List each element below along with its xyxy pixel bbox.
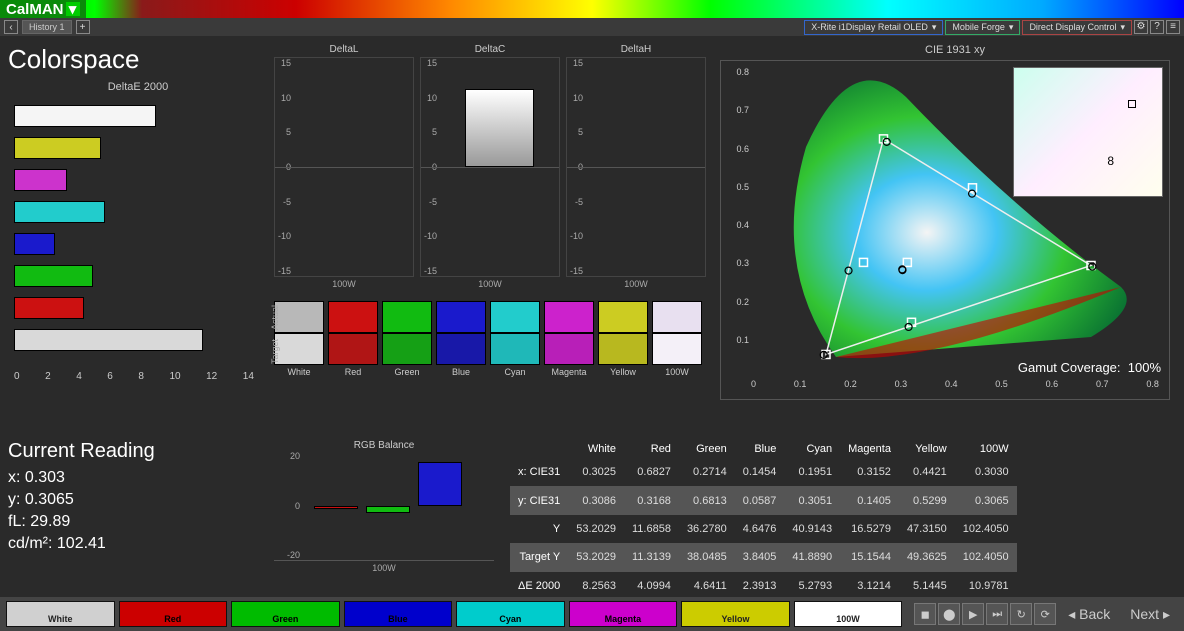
bottom-center: RGB Balance 200-20 100W WhiteRedGreenBlu… bbox=[274, 440, 1184, 600]
deltaE-chart: 02468101214 bbox=[8, 97, 258, 387]
swatch-White: White bbox=[274, 301, 324, 377]
footer-swatch-Yellow[interactable]: Yellow bbox=[681, 601, 790, 627]
deltaE-title: DeltaE 2000 bbox=[8, 81, 268, 93]
sub-toolbar: ‹ History 1 + X-Rite i1Display Retail OL… bbox=[0, 18, 1184, 36]
swatch-Yellow: Yellow bbox=[598, 301, 648, 377]
footer-swatch-White[interactable]: White bbox=[6, 601, 115, 627]
table-header: Yellow bbox=[899, 440, 955, 458]
rgb-balance-chart: RGB Balance 200-20 100W bbox=[274, 440, 494, 600]
data-table: WhiteRedGreenBlueCyanMagentaYellow100W x… bbox=[510, 440, 1017, 600]
swatch-Blue: Blue bbox=[436, 301, 486, 377]
swatch-100W: 100W bbox=[652, 301, 702, 377]
record-icon[interactable]: ⬤ bbox=[938, 603, 960, 625]
reading-row: x: 0.303 bbox=[8, 469, 268, 487]
cie-chart: 0.80.70.60.50.40.30.20.1 bbox=[720, 60, 1170, 400]
cie-panel: CIE 1931 xy 0.80.70.60.50.40.30.20.1 bbox=[720, 44, 1184, 434]
reading-title: Current Reading bbox=[8, 440, 268, 463]
repeat-icon[interactable]: ⟳ bbox=[1034, 603, 1056, 625]
deltaC-bar bbox=[465, 89, 534, 167]
reading-row: cd/m²: 102.41 bbox=[8, 535, 268, 553]
footer-swatch-Red[interactable]: Red bbox=[119, 601, 228, 627]
deltaE-bar bbox=[14, 201, 105, 223]
gamut-coverage: Gamut Coverage: 100% bbox=[1018, 360, 1161, 375]
next-button[interactable]: Next ▸ bbox=[1122, 606, 1178, 623]
menu-icon[interactable]: ≡ bbox=[1166, 20, 1180, 34]
deltaE-bar bbox=[14, 105, 156, 127]
cie-title: CIE 1931 xy bbox=[720, 44, 1184, 56]
play-icon[interactable]: ▶ bbox=[962, 603, 984, 625]
device-pill[interactable]: X-Rite i1Display Retail OLED ▾ bbox=[804, 20, 943, 35]
rgb-bar-G bbox=[366, 506, 410, 513]
ff-icon[interactable]: ⏭ bbox=[986, 603, 1008, 625]
table-header: 100W bbox=[955, 440, 1017, 458]
center-panel: DeltaL151050-5-10-15100WDeltaC151050-5-1… bbox=[274, 44, 714, 434]
reading-row: fL: 29.89 bbox=[8, 513, 268, 531]
swatch-Red: Red bbox=[328, 301, 378, 377]
logo-dropdown-icon[interactable]: ▾ bbox=[66, 2, 80, 16]
app-logo: CalMAN▾ bbox=[0, 0, 86, 18]
current-reading: Current Reading x: 0.303 y: 0.3065 fL: 29.… bbox=[8, 440, 268, 600]
table-header: Green bbox=[679, 440, 735, 458]
loop-icon[interactable]: ↻ bbox=[1010, 603, 1032, 625]
swatch-row-target: Target bbox=[270, 339, 280, 364]
deltaE-bar bbox=[14, 137, 101, 159]
reading-row: y: 0.3065 bbox=[8, 491, 268, 509]
deltaE-bar bbox=[14, 169, 67, 191]
deltaE-bar bbox=[14, 297, 84, 319]
inset-meas-icon: 8 bbox=[1107, 154, 1114, 168]
mini-chart-deltaC: DeltaC151050-5-10-15100W bbox=[420, 44, 560, 289]
help-icon[interactable]: ? bbox=[1150, 20, 1164, 34]
table-header: Magenta bbox=[840, 440, 899, 458]
stop-icon[interactable]: ◼ bbox=[914, 603, 936, 625]
table-header: Red bbox=[624, 440, 679, 458]
back-icon[interactable]: ‹ bbox=[4, 20, 18, 34]
footer-swatch-Cyan[interactable]: Cyan bbox=[456, 601, 565, 627]
table-header: Blue bbox=[735, 440, 785, 458]
deltaE-bar bbox=[14, 329, 203, 351]
rgb-xlabel: 100W bbox=[274, 563, 494, 573]
table-row: x: CIE310.30250.68270.27140.14540.19510.… bbox=[510, 458, 1017, 486]
mini-chart-deltaH: DeltaH151050-5-10-15100W bbox=[566, 44, 706, 289]
add-tab-icon[interactable]: + bbox=[76, 20, 90, 34]
deltaE-bar bbox=[14, 233, 55, 255]
device-pill[interactable]: Direct Display Control ▾ bbox=[1022, 20, 1132, 35]
table-row: y: CIE310.30860.31680.68130.05870.30510.… bbox=[510, 486, 1017, 514]
deltaE-bar bbox=[14, 265, 93, 287]
footer-swatch-100W[interactable]: 100W bbox=[794, 601, 903, 627]
footer-swatch-Blue[interactable]: Blue bbox=[344, 601, 453, 627]
device-pill[interactable]: Mobile Forge ▾ bbox=[945, 20, 1020, 35]
cie-inset: 8 bbox=[1013, 67, 1163, 197]
rgb-bar-R bbox=[314, 506, 358, 510]
spectrum-bar: CalMAN▾ bbox=[0, 0, 1184, 18]
swatch-Cyan: Cyan bbox=[490, 301, 540, 377]
rgb-bar-B bbox=[418, 462, 462, 506]
back-button[interactable]: ◂ Back bbox=[1060, 606, 1118, 623]
table-row: Y53.202911.685836.27804.647640.914316.52… bbox=[510, 515, 1017, 543]
swatch-Green: Green bbox=[382, 301, 432, 377]
swatch-row-actual: Actual bbox=[270, 305, 280, 330]
footer-swatch-Green[interactable]: Green bbox=[231, 601, 340, 627]
page-title: Colorspace bbox=[8, 44, 268, 75]
inset-target-icon bbox=[1128, 100, 1136, 108]
footer-swatch-Magenta[interactable]: Magenta bbox=[569, 601, 678, 627]
table-row: Target Y53.202911.313938.04853.840541.88… bbox=[510, 543, 1017, 571]
gear-icon[interactable]: ⚙ bbox=[1134, 20, 1148, 34]
swatch-Magenta: Magenta bbox=[544, 301, 594, 377]
footer-controls: ◼ ⬤ ▶ ⏭ ↻ ⟳ bbox=[914, 603, 1056, 625]
deltaE-panel: Colorspace DeltaE 2000 02468101214 bbox=[8, 44, 268, 434]
table-header: White bbox=[568, 440, 624, 458]
table-row: ΔE 20008.25634.09944.64112.39135.27933.1… bbox=[510, 572, 1017, 600]
history-tab[interactable]: History 1 bbox=[22, 20, 72, 34]
table-header: Cyan bbox=[784, 440, 840, 458]
footer: WhiteRedGreenBlueCyanMagentaYellow100W ◼… bbox=[0, 597, 1184, 631]
rgb-title: RGB Balance bbox=[274, 440, 494, 451]
mini-chart-deltaL: DeltaL151050-5-10-15100W bbox=[274, 44, 414, 289]
